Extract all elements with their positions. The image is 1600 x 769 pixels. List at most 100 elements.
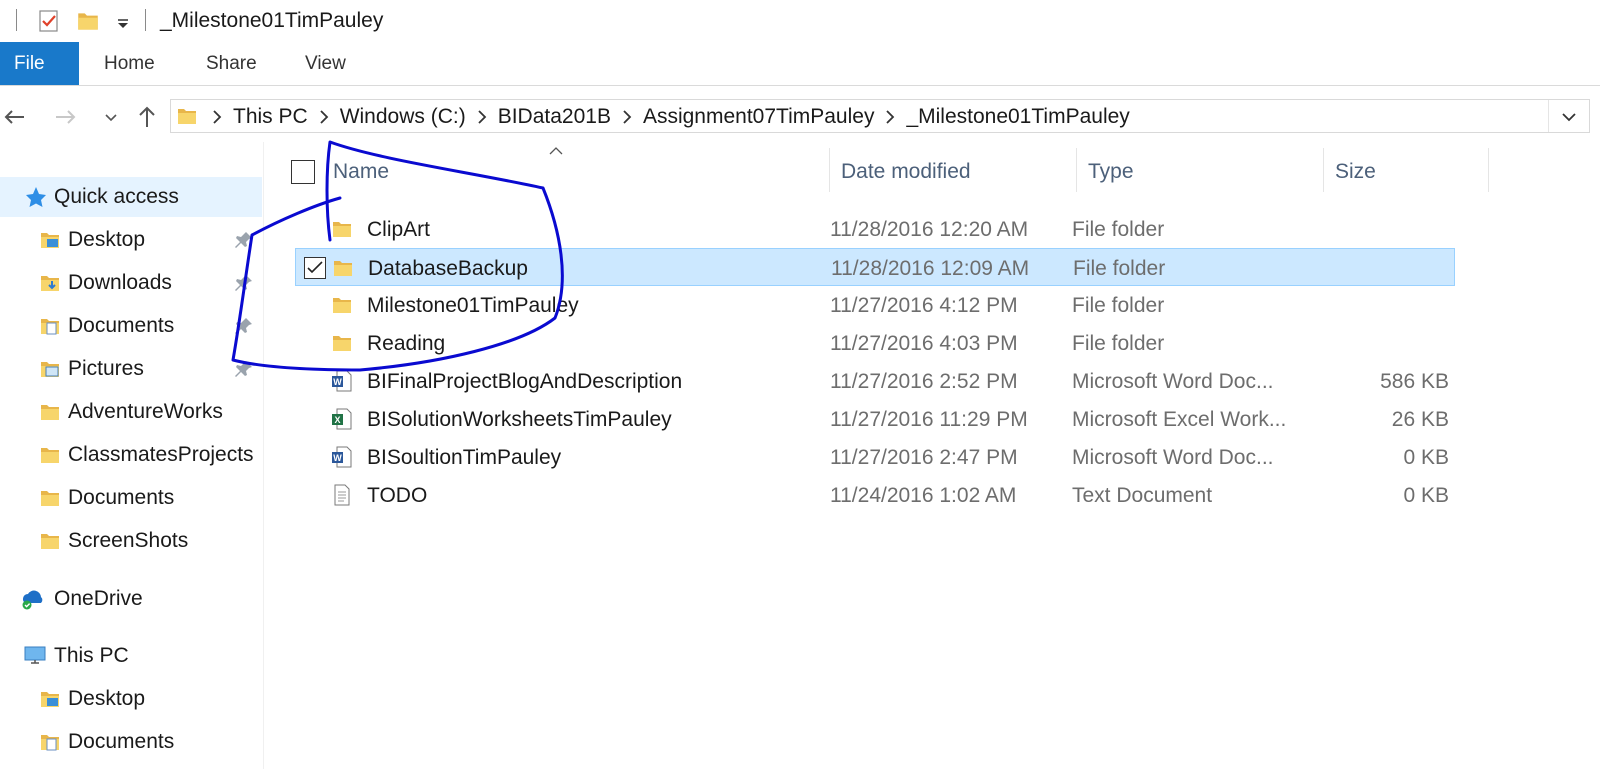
up-icon[interactable] xyxy=(132,102,162,132)
sidebar-item-screenshots[interactable]: ScreenShots xyxy=(0,521,262,561)
text-doc-icon xyxy=(330,483,354,507)
folder-icon xyxy=(330,331,354,355)
sidebar-item-pictures[interactable]: Pictures xyxy=(0,349,262,389)
table-row[interactable]: ClipArt 11/28/2016 12:20 AM File folder xyxy=(295,210,1455,248)
sidebar-item-pc-desktop[interactable]: Desktop xyxy=(0,679,262,719)
file-name: DatabaseBackup xyxy=(368,257,528,280)
documents-folder-icon xyxy=(38,730,62,754)
table-row[interactable]: TODO 11/24/2016 1:02 AM Text Document 0 KB xyxy=(295,476,1455,514)
sidebar-item-pc-documents[interactable]: Documents xyxy=(0,722,262,762)
folder-icon xyxy=(330,217,354,241)
chevron-right-icon[interactable] xyxy=(207,100,227,134)
qat-separator xyxy=(16,9,17,31)
chevron-right-icon[interactable] xyxy=(880,100,900,134)
column-header-type[interactable]: Type xyxy=(1088,150,1134,194)
file-name: Reading xyxy=(367,332,446,355)
qat-separator xyxy=(145,9,146,31)
properties-icon[interactable] xyxy=(36,8,62,34)
file-type: File folder xyxy=(1072,218,1165,241)
sidebar-item-label: Documents xyxy=(68,314,175,337)
sidebar-item-label: Documents xyxy=(68,486,175,509)
file-type: Microsoft Word Doc... xyxy=(1072,370,1274,393)
table-row[interactable]: Reading 11/27/2016 4:03 PM File folder xyxy=(295,324,1455,362)
tab-file[interactable]: File xyxy=(0,42,79,85)
sidebar-item-label: ScreenShots xyxy=(68,529,189,552)
table-row[interactable]: BISolutionWorksheetsTimPauley 11/27/2016 … xyxy=(295,400,1455,438)
sidebar-item-documents[interactable]: Documents xyxy=(0,306,262,346)
sidebar-item-label: Documents xyxy=(68,730,175,753)
file-type: File folder xyxy=(1073,257,1166,280)
breadcrumb-assignment07[interactable]: Assignment07TimPauley xyxy=(643,105,875,129)
file-date-modified: 11/27/2016 4:03 PM xyxy=(830,332,1018,355)
sidebar-item-downloads[interactable]: Downloads xyxy=(0,263,262,303)
chevron-right-icon[interactable] xyxy=(617,100,637,134)
tab-share[interactable]: Share xyxy=(206,53,257,75)
chevron-down-icon[interactable] xyxy=(1559,107,1579,127)
sidebar-item-classmatesprojects[interactable]: ClassmatesProjects xyxy=(0,435,262,475)
sidebar-item-desktop[interactable]: Desktop xyxy=(0,220,262,260)
pin-icon[interactable] xyxy=(234,316,254,336)
customize-qat-icon[interactable] xyxy=(110,8,136,34)
breadcrumb-milestone01[interactable]: _Milestone01TimPauley xyxy=(906,105,1129,129)
desktop-folder-icon xyxy=(38,687,62,711)
new-folder-icon[interactable] xyxy=(75,8,101,34)
pin-icon[interactable] xyxy=(234,359,254,379)
breadcrumb-bidata201b[interactable]: BIData201B xyxy=(498,105,611,129)
file-date-modified: 11/28/2016 12:09 AM xyxy=(831,257,1030,280)
sidebar-item-onedrive[interactable]: OneDrive xyxy=(0,579,262,619)
table-row[interactable]: DatabaseBackup 11/28/2016 12:09 AM File fo… xyxy=(295,248,1455,286)
file-date-modified: 11/24/2016 1:02 AM xyxy=(830,484,1017,507)
sidebar-item-adventureworks[interactable]: AdventureWorks xyxy=(0,392,262,432)
address-bar[interactable]: This PC Windows (C:) BIData201B Assignme… xyxy=(170,99,1590,133)
back-icon[interactable] xyxy=(0,102,30,132)
column-header-name[interactable]: Name xyxy=(333,150,389,194)
sidebar-item-label: Downloads xyxy=(68,271,172,294)
file-size: 0 KB xyxy=(1403,484,1449,507)
sidebar-item-quick-access[interactable]: Quick access xyxy=(0,177,262,217)
column-divider[interactable] xyxy=(1076,148,1077,192)
file-name: BISolutionWorksheetsTimPauley xyxy=(367,408,672,431)
column-divider[interactable] xyxy=(829,148,830,192)
tab-view[interactable]: View xyxy=(305,53,346,75)
file-size: 0 KB xyxy=(1403,446,1449,469)
forward-icon[interactable] xyxy=(50,102,80,132)
file-date-modified: 11/27/2016 2:47 PM xyxy=(830,446,1018,469)
chevron-right-icon[interactable] xyxy=(314,100,334,134)
row-checkbox[interactable] xyxy=(304,257,326,279)
file-size: 586 KB xyxy=(1380,370,1449,393)
breadcrumb-this-pc[interactable]: This PC xyxy=(233,105,308,129)
folder-icon xyxy=(38,400,62,424)
column-header-size[interactable]: Size xyxy=(1335,150,1376,194)
table-row[interactable]: Milestone01TimPauley 11/27/2016 4:12 PM Fi… xyxy=(295,286,1455,324)
table-row[interactable]: BISoultionTimPauley 11/27/2016 2:47 PM Mic… xyxy=(295,438,1455,476)
recent-locations-icon[interactable] xyxy=(96,102,126,132)
pin-icon[interactable] xyxy=(234,230,254,250)
breadcrumb-windows-c[interactable]: Windows (C:) xyxy=(340,105,466,129)
file-type: Microsoft Word Doc... xyxy=(1072,446,1274,469)
file-name: BISoultionTimPauley xyxy=(367,446,562,469)
sidebar-item-documents-2[interactable]: Documents xyxy=(0,478,262,518)
ribbon-tabs: File Home Share View xyxy=(0,42,1600,86)
chevron-right-icon[interactable] xyxy=(472,100,492,134)
file-type: Microsoft Excel Work... xyxy=(1072,408,1287,431)
sidebar-item-label: AdventureWorks xyxy=(68,400,223,423)
column-divider[interactable] xyxy=(1323,148,1324,192)
column-header-date-modified[interactable]: Date modified xyxy=(841,150,971,194)
sidebar-item-this-pc[interactable]: This PC xyxy=(0,636,262,676)
star-icon xyxy=(24,185,48,209)
pin-icon[interactable] xyxy=(234,273,254,293)
onedrive-icon xyxy=(20,587,44,611)
sidebar-item-label: Desktop xyxy=(68,228,146,251)
tab-home[interactable]: Home xyxy=(104,53,155,75)
sidebar-item-label: Desktop xyxy=(68,687,146,710)
word-doc-icon xyxy=(330,445,354,469)
column-divider[interactable] xyxy=(1488,148,1489,192)
excel-workbook-icon xyxy=(330,407,354,431)
pane-divider xyxy=(263,142,264,769)
select-all-checkbox[interactable] xyxy=(291,160,315,184)
table-row[interactable]: BIFinalProjectBlogAndDescription 11/27/20… xyxy=(295,362,1455,400)
folder-icon xyxy=(38,529,62,553)
desktop-folder-icon xyxy=(38,228,62,252)
folder-icon xyxy=(330,293,354,317)
navigation-bar: This PC Windows (C:) BIData201B Assignme… xyxy=(0,92,1600,142)
